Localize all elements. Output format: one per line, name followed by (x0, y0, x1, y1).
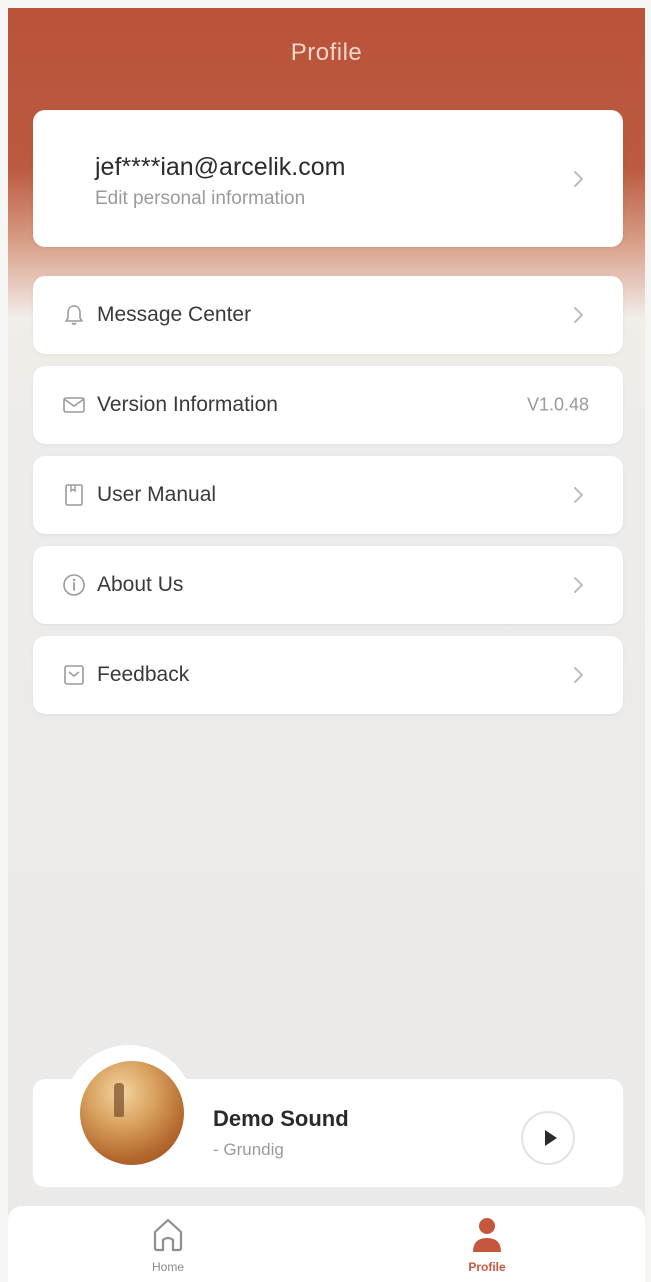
menu-item-message-center[interactable]: Message Center (33, 276, 623, 354)
page-title: Profile (290, 39, 363, 66)
tab-label: Profile (468, 1260, 506, 1274)
menu-item-feedback[interactable]: Feedback (33, 636, 623, 714)
bottom-tab-bar: Home Profile (8, 1206, 645, 1282)
book-icon (65, 484, 83, 506)
menu-item-label: Message Center (97, 303, 252, 326)
account-card[interactable]: jef****ian@arcelik.com Edit personal inf… (33, 110, 623, 247)
album-art[interactable] (80, 1061, 184, 1165)
track-title: Demo Sound (213, 1106, 349, 1131)
play-button[interactable] (521, 1111, 575, 1165)
chevron-right-icon (574, 170, 583, 187)
feedback-icon (64, 665, 84, 685)
chevron-right-icon (574, 307, 583, 323)
track-artist: - Grundig (213, 1140, 284, 1159)
menu-item-label: Feedback (97, 663, 190, 686)
menu-item-label: Version Information (97, 393, 278, 416)
menu-item-user-manual[interactable]: User Manual (33, 456, 623, 534)
tab-home[interactable]: Home (108, 1206, 228, 1282)
info-icon (63, 574, 85, 596)
tab-profile[interactable]: Profile (427, 1206, 547, 1282)
mail-icon (63, 397, 85, 413)
menu-item-version-information[interactable]: Version Information V1.0.48 (33, 366, 623, 444)
menu-item-about-us[interactable]: About Us (33, 546, 623, 624)
person-icon (473, 1218, 501, 1252)
chevron-right-icon (574, 667, 583, 683)
tab-label: Home (151, 1260, 184, 1274)
play-icon (545, 1130, 557, 1146)
version-number: V1.0.48 (526, 394, 589, 415)
account-email: jef****ian@arcelik.com (95, 153, 346, 181)
album-art-figure (114, 1083, 124, 1117)
chevron-right-icon (574, 487, 583, 503)
menu-item-label: About Us (97, 573, 184, 596)
chevron-right-icon (574, 577, 583, 593)
app-screen: Profile jef****ian@arcelik.com Edit pers… (8, 8, 645, 1282)
menu-item-label: User Manual (97, 483, 217, 506)
home-icon (153, 1218, 183, 1252)
account-subtitle: Edit personal information (95, 188, 306, 209)
bell-icon (65, 305, 83, 325)
header-bar: Profile (8, 8, 645, 98)
